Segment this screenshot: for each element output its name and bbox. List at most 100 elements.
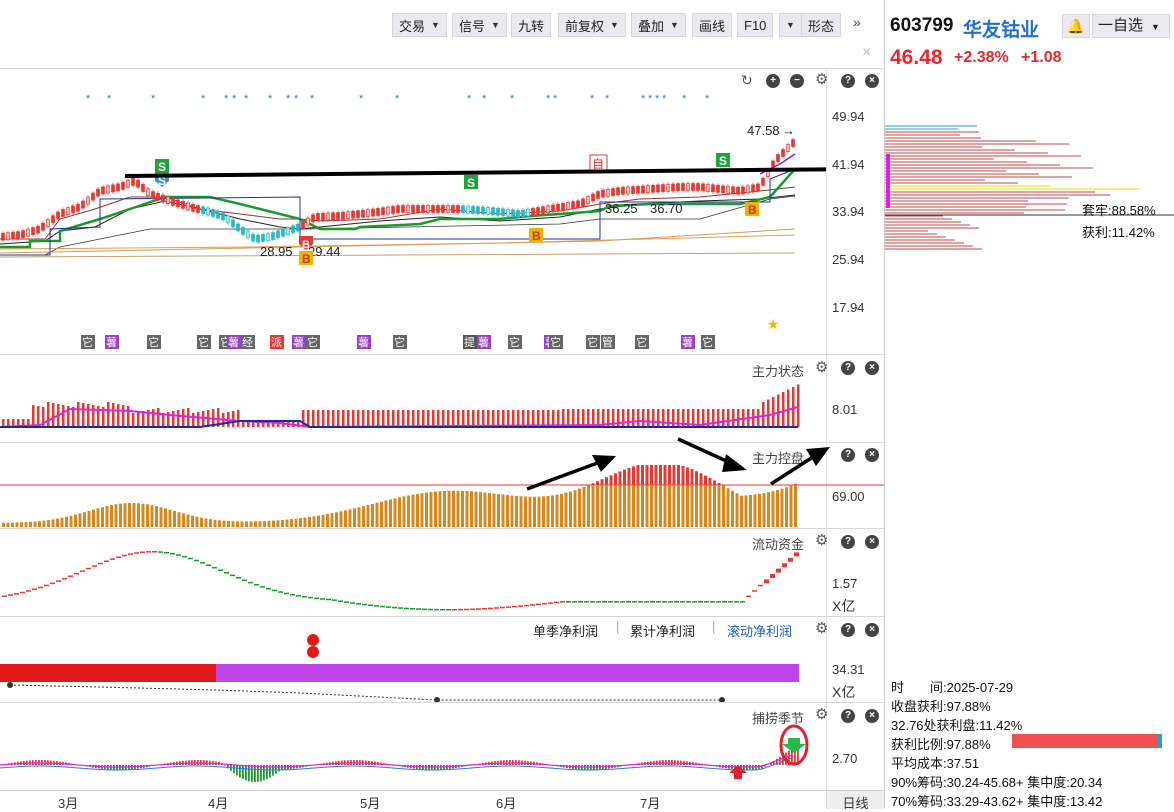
liquidity-mark [602,601,607,603]
chip-stat-line: 平均成本:37.51 [891,753,979,772]
liquidity-mark [620,601,625,603]
profit-bars-svg [0,617,826,703]
status-bar [502,410,505,427]
month-label: 3月 [58,793,78,812]
control-bar [565,493,568,527]
control-bar [92,510,95,527]
control-bar [295,519,298,527]
svg-text:薯: 薯 [293,336,304,349]
control-bar [223,521,226,527]
liquidity-mark [722,601,727,603]
control-bar [2,523,5,527]
liquidity-mark [752,590,757,592]
status-bar [407,410,410,427]
status-bar [522,410,525,427]
fishing-bar [236,765,238,775]
toolbar-button-1[interactable]: 信号▼ [452,13,507,37]
trapped-ratio: 套牢:88.58% [1082,200,1156,219]
event-tag: 它 [306,335,320,349]
liquidity-mark [272,590,277,592]
fishing-bar [248,765,250,781]
liquidity-mark [140,551,145,553]
liquidity-mark [182,556,187,558]
liquidity-panel[interactable]: 流动资金 ⚙ ? × 1.57 X亿 [0,528,884,616]
close-icon[interactable]: × [865,361,879,375]
liquidity-mark [686,601,691,603]
status-bar [342,410,345,427]
svg-text:它: 它 [509,335,520,349]
close-icon[interactable]: × [865,623,879,637]
period-selector[interactable]: 日线 [826,791,884,809]
stock-name[interactable]: 华友钴业 [963,15,1039,42]
liquidity-mark [86,568,91,570]
close-panel-icon[interactable]: × [862,44,871,62]
more-tools-button[interactable]: » [853,14,861,30]
control-bar [83,512,86,527]
liquidity-mark [326,599,331,601]
chart-toolbar: 交易▼信号▼九转前复权▼叠加▼画线F10▼形态 » × [0,0,884,50]
help-icon[interactable]: ? [841,535,855,549]
control-bar [709,478,712,527]
toolbar-button-7[interactable]: 形态 [801,13,841,37]
svg-text:它: 它 [587,335,598,349]
toolbar-button-label: 画线 [699,16,725,35]
f10-dropdown-button[interactable]: ▼ [779,13,802,37]
toolbar-button-4[interactable]: 叠加▼ [631,13,686,37]
help-icon[interactable]: ? [841,623,855,637]
toolbar-button-3[interactable]: 前复权▼ [558,13,626,37]
control-bar [52,519,55,527]
main-force-status-panel[interactable]: 主力状态 ⚙ ? × 8.01 [0,354,884,442]
self-select-tag: 自 [592,157,604,171]
control-bar [560,494,563,527]
svg-text:它: 它 [394,335,405,349]
help-icon[interactable]: ? [841,74,855,88]
signal-star-icon: * [294,93,299,105]
status-bar [397,410,400,427]
event-tag: 薯 [105,335,119,349]
liquidity-mark [788,558,793,562]
main-force-control-panel[interactable]: 主力控盘 ? × 69.00 [0,442,884,528]
net-profit-panel[interactable]: 单季净利润 | 累计净利润 | 滚动净利润 ⚙ ? × 34.31 X亿 [0,616,884,702]
toolbar-button-5[interactable]: 画线 [692,13,732,37]
control-bar [344,510,347,527]
status-bar [372,410,375,427]
liquidity-mark [530,604,535,606]
chevron-down-icon: ▼ [491,20,500,30]
chevron-down-icon: ▼ [610,20,619,30]
close-icon[interactable]: × [865,535,879,549]
price-chart-panel[interactable]: 49.94 41.94 33.94 25.94 17.94 ↻ + − ⚙ ? … [0,68,884,354]
status-bar [157,408,160,427]
control-bar [583,487,586,527]
close-icon[interactable]: × [865,74,879,88]
signal-star-icon: * [682,93,687,105]
control-bar [493,494,496,527]
control-bar [727,488,730,527]
toolbar-button-0[interactable]: 交易▼ [392,13,447,37]
control-bar [529,497,532,527]
bell-icon[interactable]: 🔔 [1062,14,1090,38]
help-icon[interactable]: ? [841,361,855,375]
control-bar [322,515,325,527]
fishing-bar [254,765,256,782]
toolbar-button-2[interactable]: 九转 [511,13,551,37]
status-bar [647,409,650,427]
add-watchlist-button[interactable]: 一自选▼ [1092,14,1170,38]
control-bar [191,516,194,527]
fishing-season-panel[interactable]: 捕捞季节 ⚙ ? × 2.70 [0,702,884,790]
status-bar [62,405,65,427]
svg-text:它: 它 [636,335,647,349]
signal-star-icon: * [359,93,364,105]
control-bar [461,491,464,527]
control-bar [101,507,104,527]
liquidity-mark [770,574,775,578]
liquidity-mark [2,595,7,597]
liquidity-mark [122,555,127,557]
liquidity-mark [596,601,601,603]
toolbar-button-6[interactable]: F10 [737,13,773,37]
liquidity-mark [176,554,181,556]
close-icon[interactable]: × [865,709,879,723]
status-bar [182,409,185,427]
control-bar [520,496,523,527]
help-icon[interactable]: ? [841,709,855,723]
status-bar [317,410,320,427]
